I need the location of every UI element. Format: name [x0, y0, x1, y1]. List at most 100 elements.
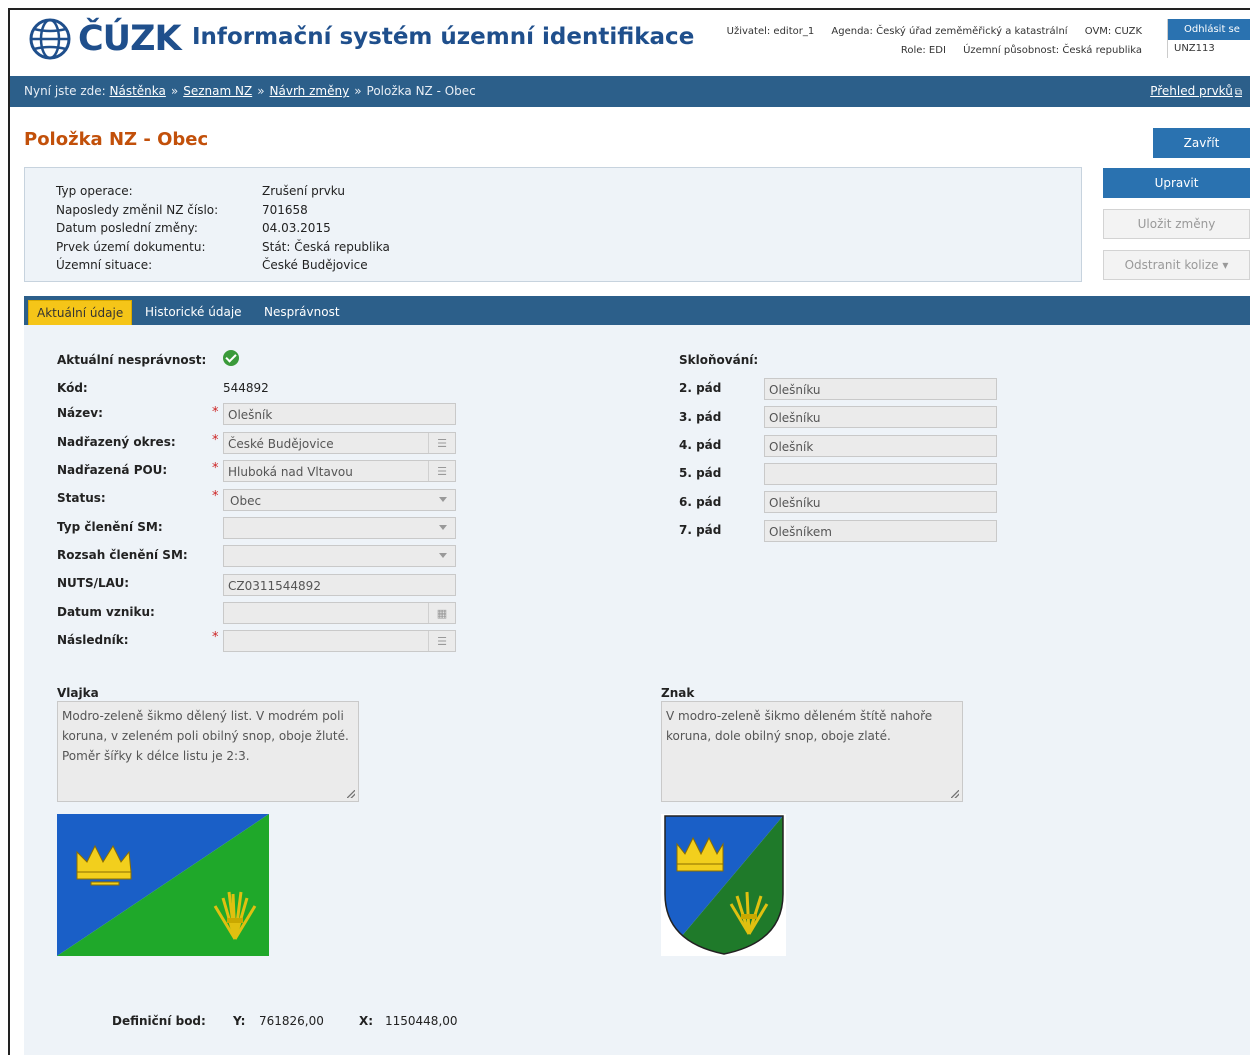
nuts-input[interactable]: CZ0311544892: [223, 574, 456, 596]
breadcrumb-link-change-proposal[interactable]: Návrh změny: [270, 84, 350, 98]
check-icon: [223, 350, 239, 366]
code-label: Kód:: [57, 381, 88, 395]
sm-range-select[interactable]: [223, 545, 456, 567]
case-7-label: 7. pád: [679, 523, 722, 537]
user-info: Uživatel: editor_1 Agenda: Český úřad ze…: [727, 22, 1142, 60]
sm-type-label: Typ členění SM:: [57, 520, 163, 534]
nuts-value: CZ0311544892: [228, 579, 321, 593]
breadcrumb-current: Položka NZ - Obec: [366, 84, 476, 98]
logo-text: ČÚZK: [78, 19, 182, 59]
required-marker: *: [212, 433, 219, 448]
case-5-input[interactable]: [764, 463, 997, 485]
edit-button[interactable]: Upravit: [1103, 168, 1250, 198]
name-label: Název:: [57, 406, 103, 420]
case-7-value: Olešníkem: [769, 525, 832, 539]
resize-grip-icon[interactable]: [347, 790, 355, 798]
pou-picker[interactable]: Hluboká nad Vltavou ☰: [223, 460, 456, 482]
case-6-label: 6. pád: [679, 495, 722, 509]
status-label: Status:: [57, 491, 106, 505]
territorial-situation-label: Územní situace:: [56, 258, 153, 272]
tab-historical-data[interactable]: Historické údaje: [137, 300, 250, 325]
case-3-value: Olešníku: [769, 411, 821, 425]
emblem-description-textarea[interactable]: V modro-zeleně šikmo děleném štítě nahoř…: [661, 701, 963, 802]
flag-description-textarea[interactable]: Modro-zeleně šikmo dělený list. V modrém…: [57, 701, 359, 802]
overview-link[interactable]: Přehled prvků ⧉: [1150, 84, 1242, 98]
breadcrumb-separator: »: [170, 84, 179, 98]
flag-title: Vlajka: [57, 686, 99, 700]
page-title: Položka NZ - Obec: [24, 129, 209, 150]
chevron-down-icon: [439, 553, 447, 558]
emblem-title: Znak: [661, 686, 695, 700]
district-label: Nadřazený okres:: [57, 435, 176, 449]
role-label: Role: EDI: [900, 45, 946, 56]
breadcrumb-link-dashboard[interactable]: Nástěnka: [110, 84, 166, 98]
info-labels: Typ operace: Naposledy změnil NZ číslo: …: [56, 182, 218, 275]
territorial-situation-value: České Budějovice: [262, 258, 368, 272]
sm-type-select[interactable]: [223, 517, 456, 539]
status-select[interactable]: Obec: [223, 489, 456, 511]
document-element-label: Prvek území dokumentu:: [56, 239, 206, 254]
overview-link-label: Přehled prvků: [1150, 84, 1233, 98]
case-4-label: 4. pád: [679, 438, 722, 452]
user-label: Uživatel: editor_1: [726, 26, 815, 37]
pou-value: Hluboká nad Vltavou: [228, 465, 353, 479]
pou-label: Nadřazená POU:: [57, 463, 168, 477]
resize-grip-icon[interactable]: [951, 790, 959, 798]
list-icon[interactable]: ☰: [428, 461, 455, 481]
x-coordinate-label: X:: [359, 1014, 374, 1028]
tab-current-data[interactable]: Aktuální údaje: [28, 300, 133, 325]
breadcrumb-link-nz-list[interactable]: Seznam NZ: [183, 84, 252, 98]
successor-label: Následník:: [57, 633, 129, 647]
tab-incorrectness[interactable]: Nesprávnost: [256, 300, 348, 325]
save-changes-button[interactable]: Uložit změny: [1103, 209, 1250, 239]
chevron-down-icon: [439, 525, 447, 530]
case-7-input[interactable]: Olešníkem: [764, 520, 997, 542]
operation-type-value: Zrušení prvku: [262, 184, 345, 198]
name-input[interactable]: Olešník: [223, 403, 456, 425]
origin-date-input[interactable]: ▦: [223, 602, 456, 624]
breadcrumb-separator: »: [257, 84, 265, 98]
case-6-value: Olešníku: [769, 496, 821, 510]
case-3-label: 3. pád: [679, 410, 722, 424]
case-5-label: 5. pád: [679, 466, 722, 480]
nuts-label: NUTS/LAU:: [57, 576, 130, 590]
flag-description: Modro-zeleně šikmo dělený list. V modrém…: [62, 709, 349, 763]
close-button[interactable]: Zavřít: [1153, 128, 1250, 158]
territory-label: Územní působnost: Česká republika: [963, 45, 1142, 56]
list-icon[interactable]: ☰: [428, 433, 455, 453]
x-coordinate-value: 1150448,00: [385, 1014, 458, 1028]
case-6-input[interactable]: Olešníku: [764, 491, 997, 513]
document-element-value: Stát: Česká republika: [262, 239, 390, 254]
sm-range-label: Rozsah členění SM:: [57, 548, 188, 562]
calendar-icon[interactable]: ▦: [428, 603, 455, 623]
info-box: Typ operace: Naposledy změnil NZ číslo: …: [24, 167, 1082, 282]
definition-point-label: Definiční bod:: [112, 1014, 206, 1028]
external-link-icon: ⧉: [1234, 87, 1242, 98]
remove-conflicts-button[interactable]: Odstranit kolize ▾: [1103, 250, 1250, 280]
emblem-description: V modro-zeleně šikmo děleném štítě nahoř…: [666, 709, 933, 743]
y-coordinate-label: Y:: [233, 1014, 246, 1028]
cuzk-logo: ČÚZK: [28, 18, 182, 60]
list-icon[interactable]: ☰: [428, 631, 455, 651]
breadcrumb-bar: Nyní jste zde: Nástěnka » Seznam NZ » Návrh …: [10, 76, 1250, 107]
case-3-input[interactable]: Olešníku: [764, 406, 997, 428]
code-value: 544892: [223, 381, 269, 395]
unz-code: UNZ113: [1167, 40, 1250, 58]
successor-picker[interactable]: ☰: [223, 630, 456, 652]
logout-button[interactable]: Odhlásit se: [1167, 19, 1250, 40]
flag-image: [57, 814, 269, 956]
status-value: Obec: [230, 494, 262, 508]
breadcrumb-prefix: Nyní jste zde:: [24, 84, 106, 98]
breadcrumb-separator: »: [354, 84, 362, 98]
required-marker: *: [212, 630, 219, 645]
info-values: Zrušení prvku 701658 04.03.2015 Stát: Če…: [262, 182, 390, 275]
declension-title: Skloňování:: [679, 353, 759, 367]
breadcrumb: Nyní jste zde: Nástěnka » Seznam NZ » Návrh …: [24, 84, 476, 98]
district-picker[interactable]: České Budějovice ☰: [223, 432, 456, 454]
case-4-input[interactable]: Olešník: [764, 435, 997, 457]
required-marker: *: [212, 461, 219, 476]
name-input-value: Olešník: [228, 408, 273, 422]
case-2-input[interactable]: Olešníku: [764, 378, 997, 400]
emblem-image: [661, 814, 786, 956]
chevron-down-icon: [439, 497, 447, 502]
